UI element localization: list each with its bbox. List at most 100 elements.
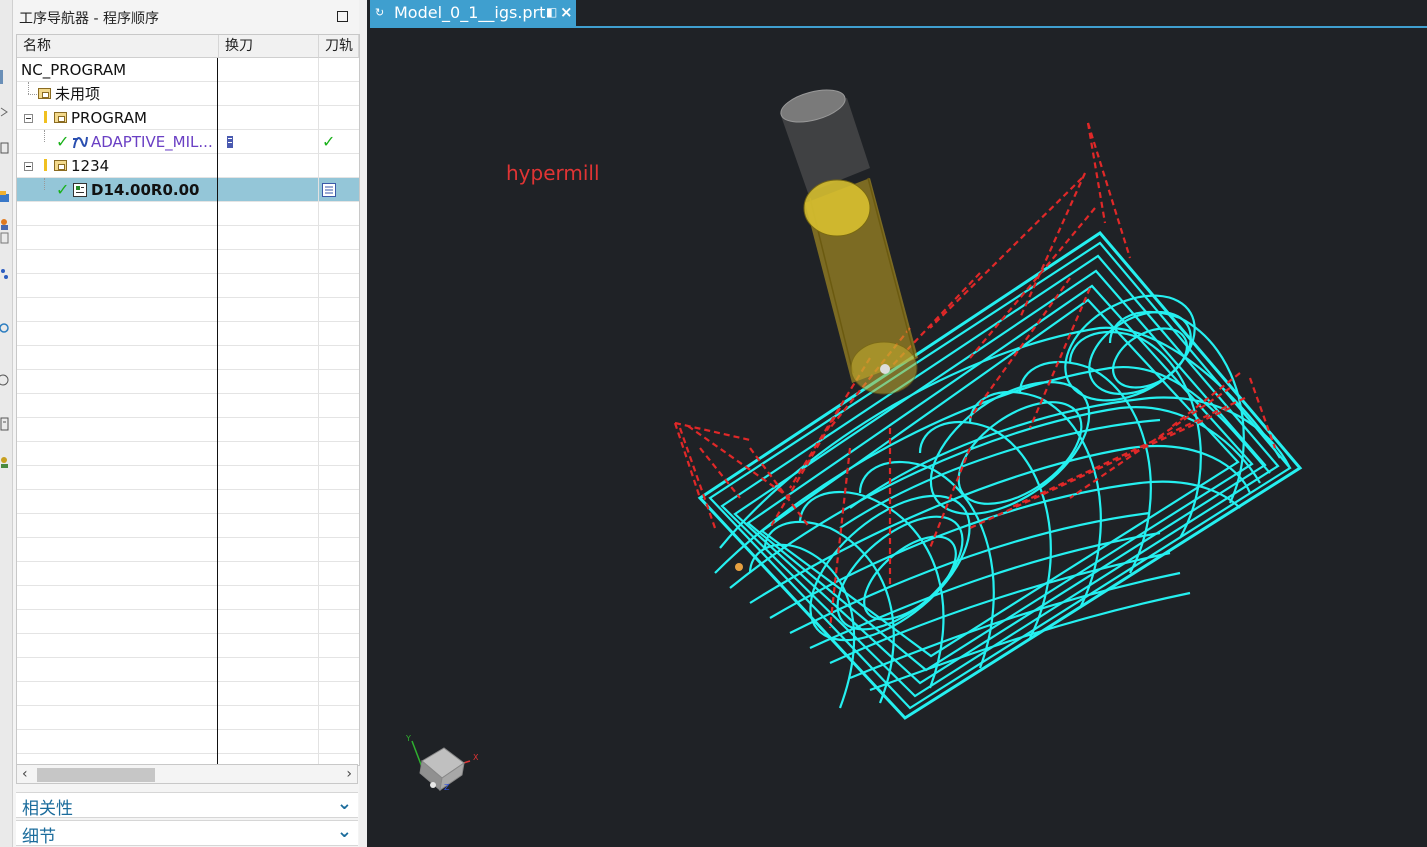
close-icon[interactable]: × (560, 3, 573, 21)
resource-tab-icon[interactable] (0, 454, 9, 468)
annotation-label: hypermill (506, 161, 600, 185)
resource-bar (0, 0, 13, 847)
tree-line (44, 178, 45, 190)
column-header-toolpath[interactable]: 刀轨 (319, 35, 359, 58)
navigator-title: 工序导航器 - 程序顺序 (19, 11, 159, 27)
chevron-down-icon[interactable]: ⌄ (337, 793, 352, 814)
toolpath-scene (411, 89, 1303, 792)
empty-row (17, 682, 359, 706)
tree-line (44, 130, 45, 142)
details-label: 细节 (22, 827, 56, 847)
folder-icon (54, 112, 67, 123)
empty-row (17, 490, 359, 514)
scroll-right-icon[interactable]: › (346, 765, 352, 783)
details-panel-header[interactable]: 细节 ⌄ (16, 820, 358, 847)
collapse-icon[interactable] (24, 162, 33, 171)
operation-icon (73, 136, 88, 149)
chevron-down-icon[interactable]: ⌄ (337, 821, 352, 842)
axis-triad-icon (411, 740, 471, 792)
pin-icon[interactable]: ◧ (546, 5, 557, 19)
empty-row (17, 634, 359, 658)
toolpath-list-icon (322, 183, 336, 197)
column-header-name[interactable]: 名称 (17, 35, 219, 58)
toolpath-cyan-loops (697, 231, 1303, 720)
status-flag-icon (44, 111, 47, 123)
toolpath-red-rapids (673, 122, 1277, 629)
check-icon: ✓ (56, 180, 70, 199)
empty-row (17, 514, 359, 538)
folder-icon (38, 88, 51, 99)
empty-row (17, 418, 359, 442)
relations-panel-header[interactable]: 相关性 ⌄ (16, 792, 358, 819)
tree-row[interactable]: 未用项 (17, 82, 359, 106)
tree-row[interactable]: ✓ ADAPTIVE_MIL... ✓ (17, 130, 359, 154)
row-label: 1234 (71, 157, 110, 175)
operation-tree-grid: 名称 换刀 刀轨 NC_PROGRAM 未用项 PROGRAM ✓ ADAPTI (16, 34, 360, 766)
resource-tab-icon[interactable] (0, 416, 9, 431)
x-axis-label: X (473, 753, 479, 762)
column-header-tool-change[interactable]: 换刀 (219, 35, 319, 58)
row-label: D14.00R0.00 (91, 181, 200, 199)
tree-row[interactable]: 1234 (17, 154, 359, 178)
pivot-point-icon (735, 563, 743, 571)
row-label: PROGRAM (71, 109, 147, 127)
tree-row[interactable]: NC_PROGRAM (17, 58, 359, 82)
toolpath-check-icon: ✓ (322, 132, 336, 151)
tree-row-selected[interactable]: ✓ D14.00R0.00 (17, 178, 359, 202)
collapse-icon[interactable] (24, 114, 33, 123)
tree-line (28, 82, 29, 94)
tab-label: Model_0_1__igs.prt (394, 3, 546, 22)
column-splitter[interactable] (217, 58, 218, 765)
empty-row (17, 730, 359, 754)
empty-row (17, 562, 359, 586)
row-label: 未用项 (55, 85, 101, 103)
scroll-left-icon[interactable]: ‹ (22, 765, 28, 783)
empty-row (17, 466, 359, 490)
part-file-icon: ↻ (375, 6, 385, 19)
tool-icon (227, 136, 233, 148)
maximize-icon[interactable] (337, 11, 348, 22)
resource-tab-icon[interactable] (0, 140, 9, 154)
resource-tab-icon[interactable] (0, 216, 9, 230)
empty-row (17, 442, 359, 466)
empty-row (17, 346, 359, 370)
empty-row (17, 250, 359, 274)
empty-row (17, 586, 359, 610)
empty-row (17, 370, 359, 394)
tree-line (28, 94, 37, 95)
y-axis-label: Y (406, 734, 411, 743)
operation-navigator: 工序导航器 - 程序顺序 名称 换刀 刀轨 NC_PROGRAM 未用项 PRO… (13, 0, 360, 847)
empty-row (17, 706, 359, 730)
empty-row (17, 322, 359, 346)
graphics-viewport[interactable]: hypermill Y X Z (370, 28, 1427, 847)
empty-row (17, 274, 359, 298)
row-label: ADAPTIVE_MIL... (91, 133, 213, 151)
model-tab[interactable]: ↻ Model_0_1__igs.prt ◧ × (370, 0, 576, 26)
empty-row (17, 610, 359, 634)
empty-row (17, 298, 359, 322)
empty-row (17, 202, 359, 226)
column-separator (318, 58, 319, 765)
status-flag-icon (44, 159, 47, 171)
empty-row (17, 394, 359, 418)
z-axis-label: Z (444, 783, 450, 792)
row-label: NC_PROGRAM (21, 61, 127, 79)
empty-row (17, 538, 359, 562)
empty-row (17, 658, 359, 682)
cutting-tool (780, 89, 918, 395)
resource-tab-icon[interactable] (0, 190, 9, 204)
resource-tab-icon[interactable] (0, 320, 9, 334)
resource-tab-icon[interactable] (0, 70, 12, 84)
tree-row[interactable]: PROGRAM (17, 106, 359, 130)
scrollbar-thumb[interactable] (37, 768, 155, 782)
check-icon: ✓ (56, 132, 70, 151)
resource-tab-icon[interactable] (0, 230, 9, 244)
empty-row (17, 226, 359, 250)
relations-label: 相关性 (22, 799, 73, 819)
resource-tab-icon[interactable] (0, 372, 9, 386)
horizontal-scrollbar[interactable]: ‹ › (16, 764, 358, 784)
resource-tab-icon[interactable] (0, 266, 9, 280)
operation-icon (73, 183, 87, 197)
resource-tab-icon[interactable] (0, 104, 9, 118)
folder-icon (54, 160, 67, 171)
